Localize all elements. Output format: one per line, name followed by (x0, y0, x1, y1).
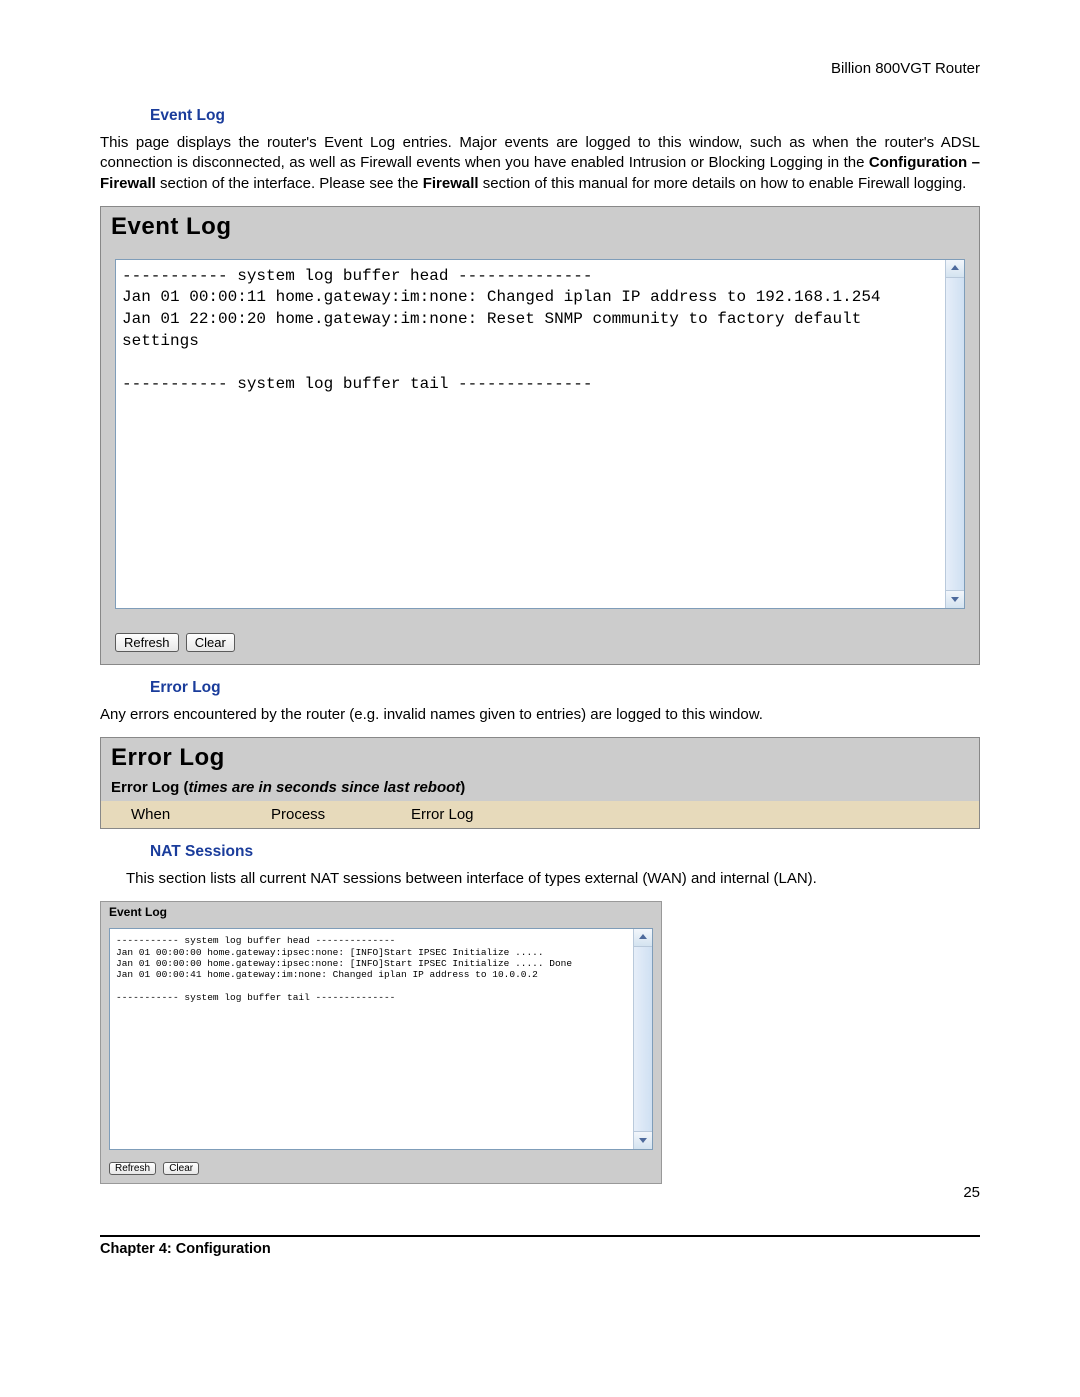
event-log-content: ----------- system log buffer head -----… (110, 929, 652, 1009)
page-footer: Chapter 4: Configuration (100, 1235, 980, 1257)
panel-title: Event Log (101, 902, 661, 922)
clear-button[interactable]: Clear (163, 1162, 199, 1175)
col-process: Process (271, 806, 411, 823)
text: section of the interface. Please see the (156, 175, 423, 192)
heading-nat-sessions: NAT Sessions (150, 843, 980, 861)
heading-event-log: Event Log (150, 107, 980, 125)
col-errorlog: Error Log (411, 806, 979, 823)
scrollbar[interactable] (633, 929, 652, 1149)
heading-error-log: Error Log (150, 679, 980, 697)
clear-button[interactable]: Clear (186, 633, 235, 652)
footer-chapter: Chapter 4: Configuration (100, 1241, 271, 1257)
scroll-down-icon[interactable] (946, 590, 964, 608)
page-header: Billion 800VGT Router (100, 60, 980, 77)
refresh-button[interactable]: Refresh (115, 633, 179, 652)
refresh-button[interactable]: Refresh (109, 1162, 156, 1175)
text: section of this manual for more details … (479, 175, 967, 192)
scroll-up-icon[interactable] (634, 929, 652, 947)
text: ) (460, 779, 465, 796)
panel-title: Error Log (101, 738, 979, 776)
error-log-header-row: When Process Error Log (101, 801, 979, 828)
page-number: 25 (100, 1184, 980, 1201)
scrollbar[interactable] (945, 260, 964, 608)
event-log-content: ----------- system log buffer head -----… (116, 260, 964, 402)
paragraph-event-log: This page displays the router's Event Lo… (100, 133, 980, 194)
error-log-panel: Error Log Error Log (times are in second… (100, 737, 980, 829)
text-bold: Firewall (423, 175, 479, 192)
text: Error Log ( (111, 779, 189, 796)
event-log-textarea[interactable]: ----------- system log buffer head -----… (115, 259, 965, 609)
col-when: When (101, 806, 271, 823)
error-log-subtitle: Error Log (times are in seconds since la… (101, 776, 979, 801)
paragraph-error-log: Any errors encountered by the router (e.… (100, 705, 980, 725)
event-log-panel: Event Log ----------- system log buffer … (100, 206, 980, 665)
text: This page displays the router's Event Lo… (100, 134, 980, 171)
text-italic: times are in seconds since last reboot (189, 779, 461, 796)
event-log-textarea[interactable]: ----------- system log buffer head -----… (109, 928, 653, 1150)
paragraph-nat-sessions: This section lists all current NAT sessi… (126, 869, 980, 889)
scroll-up-icon[interactable] (946, 260, 964, 278)
event-log-panel-small: Event Log ----------- system log buffer … (100, 901, 662, 1184)
panel-title: Event Log (101, 207, 979, 245)
scroll-down-icon[interactable] (634, 1131, 652, 1149)
